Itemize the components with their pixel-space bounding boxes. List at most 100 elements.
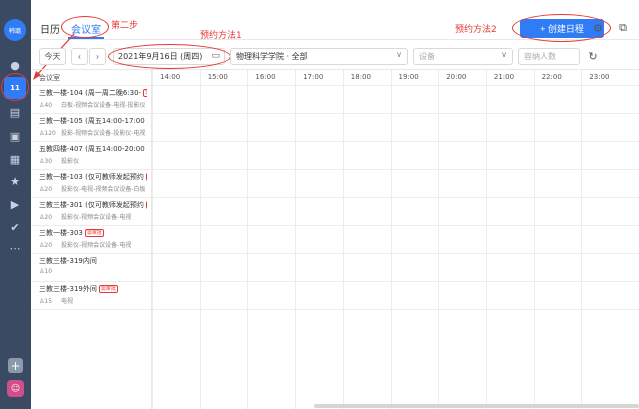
room-meta: ♙20 投影仪-电视-视频会议设备-白板 [39, 184, 146, 193]
time-label: 14:00 [160, 73, 181, 81]
room-name: 五教四楼-407 (周五14:00-20:00需审批 [39, 144, 147, 154]
room-capacity: ♙20 [39, 242, 61, 249]
more-icon[interactable]: ⋯ [8, 241, 22, 255]
room-row[interactable]: 三教一楼-103 (仅可教师发起预约需审批 ♙20投影仪-电视-视频会议设备-白板 [39, 172, 151, 199]
room-row[interactable]: 三教一楼-105 (周五14:00-17:00需审批 ♙120投影-视频会议设备-… [39, 116, 151, 143]
room-name: 三教一楼-105 (周五14:00-17:00需审批 [39, 116, 147, 126]
room-equipment: 投影仪 [61, 158, 80, 165]
time-gridline [199, 70, 201, 409]
room-capacity-value: 30 [44, 158, 53, 165]
room-row[interactable]: 三教三楼-319外间 需审批 ♙15 电视 [39, 284, 151, 311]
room-capacity: ♙10 [39, 268, 61, 275]
star-icon[interactable]: ★ [8, 174, 22, 188]
time-gridline [152, 70, 153, 409]
room-meta: ♙20 投影仪-视频会议设备-电视 [39, 212, 131, 221]
prev-day-button[interactable]: ‹ [71, 48, 88, 65]
room-capacity: ♙15 [39, 298, 61, 305]
room-capacity: ♙20 [39, 186, 61, 193]
time-gridline [533, 70, 535, 409]
time-gridline [581, 70, 583, 409]
approval-badge: 需审批 [98, 285, 118, 293]
row-divider [31, 197, 639, 198]
annotation-oval-date [108, 44, 231, 69]
time-gridline [342, 70, 344, 409]
time-gridline [485, 70, 487, 409]
room-equipment: 白板-视频会议设备-电视-投影仪 [61, 102, 146, 109]
refresh-icon[interactable]: ↻ [586, 49, 600, 63]
row-divider [31, 113, 639, 114]
time-label: 20:00 [446, 73, 467, 81]
room-meta: ♙10 [39, 268, 61, 275]
location-select-value: 物理科学学院 · 全部 [236, 52, 308, 61]
task-icon[interactable]: ▣ [8, 129, 22, 143]
room-meta: ♙40 白板-视频会议设备-电视-投影仪 [39, 100, 146, 109]
capacity-input[interactable]: 容纳人数 [518, 48, 580, 65]
apps-icon[interactable]: ▦ [8, 152, 22, 166]
horizontal-scrollbar[interactable] [314, 404, 639, 408]
room-meta: ♙30 投影仪 [39, 156, 79, 165]
room-name-text: 三教三楼-301 (仅可教师发起预约 [39, 201, 144, 209]
plus-icon[interactable]: + [8, 358, 23, 373]
room-name: 三教三楼-319外间 需审批 [39, 284, 118, 294]
external-window-icon[interactable]: ⧉ [616, 21, 630, 35]
room-row[interactable]: 三教一楼-104 (周一周二晚6:30-需审批 ♙40白板-视频会议设备-电视-投… [39, 88, 151, 115]
time-gridline [390, 70, 392, 409]
room-name-text: 三教一楼-103 (仅可教师发起预约 [39, 173, 144, 181]
room-column-header: 会议室 [39, 74, 60, 82]
equipment-select[interactable]: 设备 ∨ [413, 48, 513, 65]
room-row[interactable]: 三教三楼-301 (仅可教师发起预约需审批 ♙20投影仪-视频会议设备-电视 [39, 200, 151, 227]
row-divider [31, 281, 639, 282]
room-name-text: 三教一楼-303 [39, 229, 83, 237]
room-row[interactable]: 五教四楼-407 (周五14:00-20:00需审批 ♙30投影仪 [39, 144, 151, 171]
bot-icon[interactable]: ☺ [7, 380, 24, 397]
time-label: 23:00 [589, 73, 610, 81]
annotation-ring [1, 73, 29, 101]
header-divider [31, 85, 639, 86]
room-meta: ♙15 电视 [39, 296, 73, 305]
room-capacity: ♙20 [39, 214, 61, 221]
time-label: 21:00 [493, 73, 515, 81]
room-name-text: 三教一楼-105 (周五14:00-17:00 [39, 117, 145, 125]
room-schedule-grid: 会议室 14:00 15:00 16:00 17:00 18:00 19:00 20:00 2… [31, 70, 639, 409]
room-capacity-value: 20 [44, 242, 53, 249]
left-rail: 韩璐 ● 11 ▤ ▣ ▦ ★ ▶ ✔ ⋯ + ☺ [0, 0, 31, 409]
next-day-button[interactable]: › [89, 48, 106, 65]
room-meta: ♙120 投影-视频会议设备-投影仪-电视 [39, 128, 146, 137]
room-meta: ♙20 投影仪-视频会议设备-电视 [39, 240, 131, 249]
check-icon[interactable]: ✔ [8, 220, 22, 234]
row-divider [31, 253, 639, 254]
room-name: 三教三楼-319内间 [39, 256, 97, 266]
avatar[interactable]: 韩璐 [4, 19, 26, 41]
row-divider [31, 225, 639, 226]
room-name: 三教一楼-303 需审批 [39, 228, 104, 238]
room-equipment: 投影仪-电视-视频会议设备-白板 [61, 186, 146, 193]
equipment-select-placeholder: 设备 [419, 52, 435, 61]
room-row[interactable]: 三教三楼-319内间 ♙10 [39, 256, 151, 283]
row-divider [31, 309, 639, 310]
room-name: 三教一楼-103 (仅可教师发起预约需审批 [39, 172, 147, 182]
time-label: 22:00 [541, 73, 562, 81]
time-label: 15:00 [207, 73, 228, 81]
toolbar: 今天 ‹ › 2021年9月16日 (周四) ▭ 物理科学学院 · 全部 ∨ 设… [31, 40, 639, 70]
room-capacity-value: 15 [44, 298, 53, 305]
room-name-text: 五教四楼-407 (周五14:00-20:00 [39, 145, 145, 153]
location-select[interactable]: 物理科学学院 · 全部 ∨ [230, 48, 408, 65]
room-capacity-value: 10 [44, 268, 53, 275]
room-name-text: 三教一楼-104 (周一周二晚6:30- [39, 89, 142, 97]
room-row[interactable]: 三教一楼-303 需审批 ♙20 投影仪-视频会议设备-电视 [39, 228, 151, 255]
row-divider [31, 141, 639, 142]
room-name-text: 三教三楼-319内间 [39, 257, 97, 265]
time-label: 16:00 [255, 73, 276, 81]
today-button[interactable]: 今天 [39, 48, 66, 65]
time-label: 18:00 [350, 73, 371, 81]
chat-icon[interactable]: ● [8, 58, 22, 72]
chevron-down-icon: ∨ [501, 50, 507, 59]
room-equipment: 投影-视频会议设备-投影仪-电视 [61, 130, 146, 137]
room-name: 三教一楼-104 (周一周二晚6:30-需审批 [39, 88, 147, 98]
time-label: 19:00 [398, 73, 419, 81]
approval-badge: 需审批 [143, 89, 147, 97]
document-icon[interactable]: ▤ [8, 105, 22, 119]
room-capacity-value: 120 [44, 130, 56, 137]
video-icon[interactable]: ▶ [8, 197, 22, 211]
gear-icon[interactable]: ⚙ [591, 21, 605, 35]
